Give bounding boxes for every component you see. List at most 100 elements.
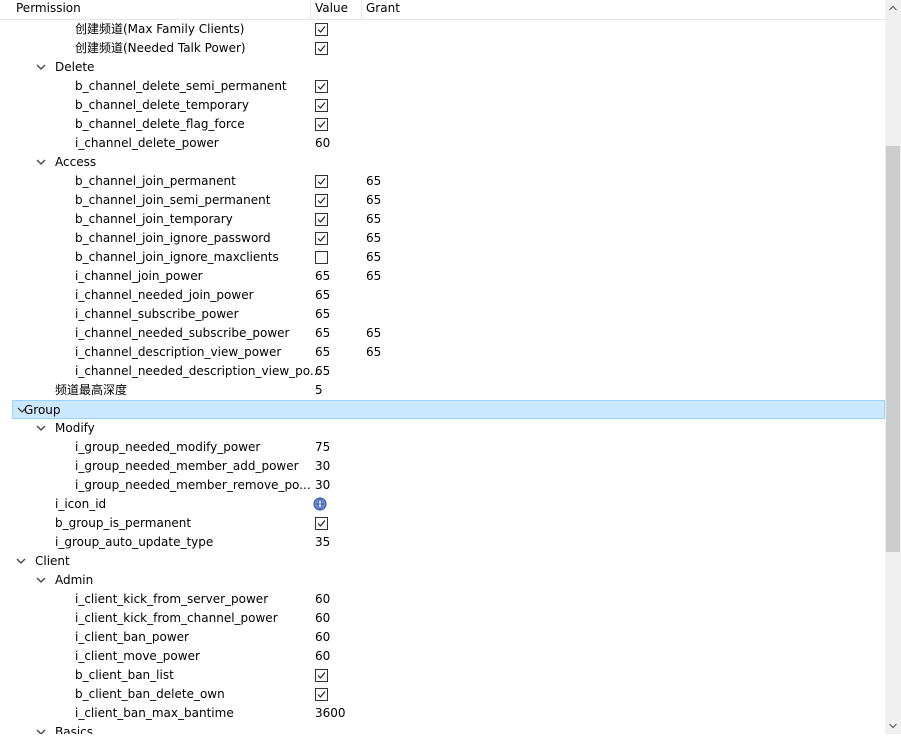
permission-value[interactable]: 65 — [315, 324, 330, 343]
value-checkbox[interactable] — [315, 194, 328, 207]
scrollbar-thumb[interactable] — [886, 146, 900, 552]
permission-row[interactable]: b_channel_join_ignore_maxclients 65 — [0, 248, 885, 267]
permission-value[interactable]: 65 — [315, 362, 330, 381]
permission-row[interactable]: i_channel_description_view_power 65 65 — [0, 343, 885, 362]
permissions-tree[interactable]: 创建频道(Max Family Clients) 创建频道(Needed Talk… — [0, 20, 885, 734]
permission-value[interactable]: 35 — [315, 533, 330, 552]
tree-group-row[interactable]: Basics — [0, 723, 885, 734]
grant-value[interactable]: 65 — [366, 267, 381, 286]
tree-group-row[interactable]: Client — [0, 552, 885, 571]
grant-value[interactable]: 65 — [366, 248, 381, 267]
checkmark-icon — [317, 102, 326, 109]
permission-name: b_client_ban_list — [75, 668, 174, 682]
scroll-down-icon[interactable] — [885, 717, 901, 734]
permission-row[interactable]: i_group_needed_member_add_power 30 — [0, 457, 885, 476]
permission-row[interactable]: i_channel_needed_subscribe_power 65 65 — [0, 324, 885, 343]
grant-value[interactable]: 65 — [366, 210, 381, 229]
permission-row[interactable]: b_channel_delete_flag_force — [0, 115, 885, 134]
permission-row[interactable]: i_client_kick_from_server_power 60 — [0, 590, 885, 609]
permission-value[interactable]: 65 — [315, 343, 330, 362]
permission-row[interactable]: i_channel_needed_join_power 65 — [0, 286, 885, 305]
value-checkbox[interactable] — [315, 251, 328, 264]
value-checkbox[interactable] — [315, 517, 328, 530]
permission-row[interactable]: i_client_ban_power 60 — [0, 628, 885, 647]
value-checkbox[interactable] — [315, 99, 328, 112]
permission-row[interactable]: i_client_kick_from_channel_power 60 — [0, 609, 885, 628]
permission-value[interactable]: 65 — [315, 267, 330, 286]
value-checkbox[interactable] — [315, 688, 328, 701]
chevron-down-icon[interactable] — [35, 58, 47, 77]
grant-value[interactable]: 65 — [366, 324, 381, 343]
permission-value[interactable]: 60 — [315, 590, 330, 609]
permission-row[interactable]: b_client_ban_list — [0, 666, 885, 685]
permission-row[interactable]: i_channel_needed_description_view_po... 6… — [0, 362, 885, 381]
permission-row[interactable]: i_client_move_power 60 — [0, 647, 885, 666]
permission-row[interactable]: b_channel_delete_semi_permanent — [0, 77, 885, 96]
tree-group-row[interactable]: Delete — [0, 58, 885, 77]
permission-row[interactable]: 创建频道(Max Family Clients) — [0, 20, 885, 39]
permission-row[interactable]: b_channel_join_ignore_password 65 — [0, 229, 885, 248]
permission-name: 频道最高深度 — [55, 383, 128, 397]
permission-row[interactable]: b_channel_delete_temporary — [0, 96, 885, 115]
permission-row[interactable]: i_channel_delete_power 60 — [0, 134, 885, 153]
checkmark-icon — [317, 178, 326, 185]
permission-name: b_channel_join_ignore_password — [75, 231, 271, 245]
permission-row[interactable]: b_channel_join_semi_permanent 65 — [0, 191, 885, 210]
permission-value[interactable]: 5 — [315, 381, 323, 400]
permission-value[interactable]: 60 — [315, 647, 330, 666]
value-checkbox[interactable] — [315, 80, 328, 93]
permission-value[interactable]: 60 — [315, 609, 330, 628]
grant-value[interactable]: 65 — [366, 172, 381, 191]
permission-name: b_channel_delete_semi_permanent — [75, 79, 287, 93]
permission-name: i_client_move_power — [75, 649, 200, 663]
column-header-permission[interactable]: Permission — [12, 0, 311, 19]
permission-value[interactable]: 3600 — [315, 704, 346, 723]
checkmark-icon — [317, 83, 326, 90]
permission-value[interactable]: 60 — [315, 134, 330, 153]
chevron-down-icon[interactable] — [35, 153, 47, 172]
value-checkbox[interactable] — [315, 23, 328, 36]
scroll-up-icon[interactable] — [885, 0, 901, 17]
permission-row[interactable]: b_client_ban_delete_own — [0, 685, 885, 704]
permission-row[interactable]: i_channel_subscribe_power 65 — [0, 305, 885, 324]
value-checkbox[interactable] — [315, 232, 328, 245]
tree-group-row[interactable]: Group — [12, 400, 885, 419]
permission-value[interactable]: 75 — [315, 438, 330, 457]
chevron-down-icon[interactable] — [35, 571, 47, 590]
permission-row[interactable]: i_icon_id — [0, 495, 885, 514]
grant-value[interactable]: 65 — [366, 229, 381, 248]
group-icon[interactable] — [313, 497, 327, 511]
permission-value[interactable]: 60 — [315, 628, 330, 647]
column-header-value[interactable]: Value — [311, 0, 362, 19]
permission-value[interactable]: 30 — [315, 476, 330, 495]
permission-value[interactable]: 30 — [315, 457, 330, 476]
value-checkbox[interactable] — [315, 118, 328, 131]
permission-value[interactable]: 65 — [315, 305, 330, 324]
permission-row[interactable]: 频道最高深度 5 — [0, 381, 885, 400]
chevron-down-icon[interactable] — [15, 552, 27, 571]
value-checkbox[interactable] — [315, 213, 328, 226]
permission-row[interactable]: 创建频道(Needed Talk Power) — [0, 39, 885, 58]
permission-row[interactable]: i_group_needed_member_remove_po... 30 — [0, 476, 885, 495]
permission-row[interactable]: i_channel_join_power 65 65 — [0, 267, 885, 286]
column-header-grant[interactable]: Grant — [362, 0, 422, 19]
permission-row[interactable]: i_client_ban_max_bantime 3600 — [0, 704, 885, 723]
tree-group-row[interactable]: Access — [0, 153, 885, 172]
tree-group-row[interactable]: Modify — [0, 419, 885, 438]
value-checkbox[interactable] — [315, 669, 328, 682]
tree-group-row[interactable]: Admin — [0, 571, 885, 590]
value-checkbox[interactable] — [315, 175, 328, 188]
permission-row[interactable]: b_channel_join_temporary 65 — [0, 210, 885, 229]
chevron-down-icon[interactable] — [35, 723, 47, 734]
grant-value[interactable]: 65 — [366, 191, 381, 210]
chevron-down-icon[interactable] — [35, 419, 47, 438]
permission-name: b_channel_join_permanent — [75, 174, 236, 188]
value-checkbox[interactable] — [315, 42, 328, 55]
permission-row[interactable]: i_group_needed_modify_power 75 — [0, 438, 885, 457]
grant-value[interactable]: 65 — [366, 343, 381, 362]
permission-row[interactable]: b_group_is_permanent — [0, 514, 885, 533]
permission-row[interactable]: i_group_auto_update_type 35 — [0, 533, 885, 552]
permission-value[interactable]: 65 — [315, 286, 330, 305]
vertical-scrollbar[interactable] — [885, 0, 901, 734]
permission-row[interactable]: b_channel_join_permanent 65 — [0, 172, 885, 191]
